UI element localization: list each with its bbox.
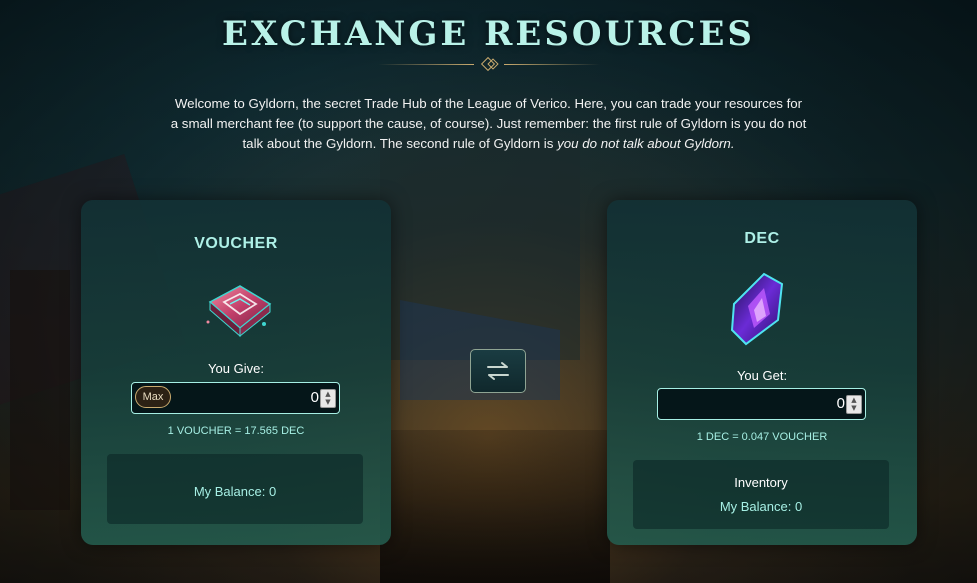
get-amount-field[interactable]: 0 ▲ ▼ bbox=[657, 388, 866, 420]
intro-paragraph: Welcome to Gyldorn, the secret Trade Hub… bbox=[170, 94, 807, 154]
give-card: VOUCHER You Give: Max 0 ▲ ▼ 1 VOUCHER = … bbox=[81, 200, 391, 545]
give-balance-panel: My Balance: 0 bbox=[107, 454, 363, 524]
voucher-icon bbox=[206, 285, 272, 338]
stepper-down-icon[interactable]: ▼ bbox=[847, 404, 861, 412]
swap-arrows-icon bbox=[487, 362, 509, 380]
give-rate: 1 VOUCHER = 17.565 DEC bbox=[167, 425, 305, 437]
get-card-title: DEC bbox=[744, 230, 780, 247]
give-amount-value[interactable]: 0 bbox=[311, 389, 319, 406]
title-divider bbox=[378, 56, 600, 72]
dec-crystal-icon bbox=[730, 272, 784, 346]
give-card-title: VOUCHER bbox=[194, 235, 278, 252]
inventory-label: Inventory bbox=[734, 475, 788, 490]
get-amount-value[interactable]: 0 bbox=[837, 395, 845, 412]
get-rate: 1 DEC = 0.047 VOUCHER bbox=[696, 431, 828, 443]
swap-button[interactable] bbox=[470, 349, 526, 393]
you-get-label: You Get: bbox=[736, 368, 788, 383]
divider-line-left bbox=[378, 64, 474, 65]
max-button[interactable]: Max bbox=[135, 386, 171, 408]
page-title: EXCHANGE RESOURCES bbox=[222, 14, 755, 54]
stepper-up-icon[interactable]: ▲ bbox=[321, 390, 335, 398]
get-card: DEC You Get: 0 ▲ ▼ 1 DEC = 0.047 VOUCHER… bbox=[607, 200, 917, 545]
you-give-label: You Give: bbox=[208, 361, 264, 376]
divider-line-right bbox=[504, 64, 600, 65]
get-balance-panel: Inventory My Balance: 0 bbox=[633, 460, 889, 529]
get-amount-stepper[interactable]: ▲ ▼ bbox=[846, 395, 862, 414]
give-amount-field[interactable]: Max 0 ▲ ▼ bbox=[131, 382, 340, 414]
stepper-up-icon[interactable]: ▲ bbox=[847, 396, 861, 404]
get-balance: My Balance: 0 bbox=[719, 499, 803, 514]
give-balance: My Balance: 0 bbox=[193, 484, 277, 499]
stepper-down-icon[interactable]: ▼ bbox=[321, 398, 335, 406]
intro-emphasis: you do not talk about Gyldorn. bbox=[557, 136, 735, 151]
give-amount-stepper[interactable]: ▲ ▼ bbox=[320, 389, 336, 408]
